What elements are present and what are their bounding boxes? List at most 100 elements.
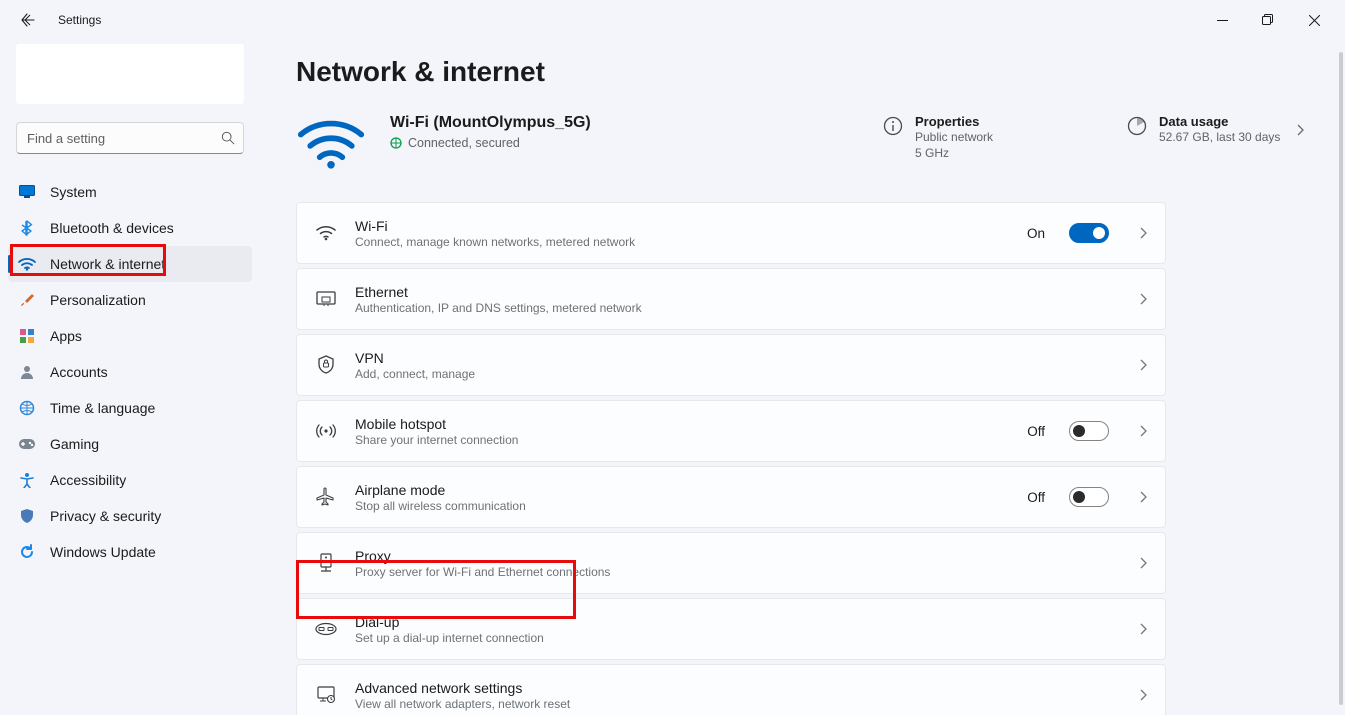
globe-clock-icon <box>18 399 36 417</box>
sidebar-item-accessibility[interactable]: Accessibility <box>8 462 252 498</box>
airplane-toggle[interactable] <box>1069 487 1109 507</box>
card-title: Wi-Fi <box>355 218 1009 234</box>
chevron-right-icon <box>1139 425 1147 437</box>
sidebar-item-gaming[interactable]: Gaming <box>8 426 252 462</box>
paintbrush-icon <box>18 291 36 309</box>
arrow-left-icon <box>20 12 36 28</box>
maximize-button[interactable] <box>1245 4 1291 36</box>
hotspot-toggle[interactable] <box>1069 421 1109 441</box>
card-sub: Add, connect, manage <box>355 367 1121 381</box>
chevron-right-icon <box>1139 557 1147 569</box>
card-state: Off <box>1027 424 1045 439</box>
wifi-toggle[interactable] <box>1069 223 1109 243</box>
connection-name: Wi-Fi (MountOlympus_5G) <box>390 114 797 132</box>
sidebar-item-label: Time & language <box>50 400 155 416</box>
profile-card[interactable] <box>16 44 244 104</box>
title-bar: Settings <box>0 0 1345 40</box>
sidebar-item-privacy[interactable]: Privacy & security <box>8 498 252 534</box>
card-sub: Set up a dial-up internet connection <box>355 631 1121 645</box>
card-title: Proxy <box>355 548 1121 564</box>
chevron-right-icon <box>1295 123 1305 137</box>
card-sub: Stop all wireless communication <box>355 499 1009 513</box>
sidebar: System Bluetooth & devices Network & int… <box>0 40 260 715</box>
proxy-icon <box>315 552 337 574</box>
card-dialup[interactable]: Dial-upSet up a dial-up internet connect… <box>296 598 1166 660</box>
minimize-icon <box>1217 15 1228 26</box>
card-sub: View all network adapters, network reset <box>355 697 1121 711</box>
connection-status: Connected, secured <box>408 136 520 150</box>
shield-icon <box>18 507 36 525</box>
properties-line1: Public network <box>915 129 993 145</box>
sidebar-item-network[interactable]: Network & internet <box>8 246 252 282</box>
vpn-shield-icon <box>315 354 337 376</box>
card-airplane-mode[interactable]: Airplane modeStop all wireless communica… <box>296 466 1166 528</box>
sidebar-item-personalization[interactable]: Personalization <box>8 282 252 318</box>
sidebar-item-label: Accessibility <box>50 472 126 488</box>
sidebar-item-label: Personalization <box>50 292 146 308</box>
sidebar-item-label: Apps <box>50 328 82 344</box>
search-input[interactable] <box>16 122 244 154</box>
card-title: VPN <box>355 350 1121 366</box>
window-controls <box>1199 4 1337 36</box>
card-ethernet[interactable]: EthernetAuthentication, IP and DNS setti… <box>296 268 1166 330</box>
sidebar-item-label: Network & internet <box>50 256 165 272</box>
maximize-icon <box>1262 14 1274 26</box>
nav-list: System Bluetooth & devices Network & int… <box>8 174 252 570</box>
properties-title: Properties <box>915 114 993 129</box>
sidebar-item-accounts[interactable]: Accounts <box>8 354 252 390</box>
sidebar-item-time-language[interactable]: Time & language <box>8 390 252 426</box>
data-usage-title: Data usage <box>1159 114 1280 129</box>
sidebar-item-bluetooth[interactable]: Bluetooth & devices <box>8 210 252 246</box>
settings-list: Wi-FiConnect, manage known networks, met… <box>296 202 1166 715</box>
chevron-right-icon <box>1139 359 1147 371</box>
card-vpn[interactable]: VPNAdd, connect, manage <box>296 334 1166 396</box>
apps-icon <box>18 327 36 345</box>
close-button[interactable] <box>1291 4 1337 36</box>
card-title: Advanced network settings <box>355 680 1121 696</box>
advanced-network-icon <box>315 684 337 706</box>
sidebar-item-apps[interactable]: Apps <box>8 318 252 354</box>
sidebar-item-windows-update[interactable]: Windows Update <box>8 534 252 570</box>
system-icon <box>18 183 36 201</box>
chevron-right-icon <box>1139 491 1147 503</box>
sidebar-item-system[interactable]: System <box>8 174 252 210</box>
info-icon <box>881 114 905 138</box>
data-usage-icon <box>1125 114 1149 138</box>
card-state: Off <box>1027 490 1045 505</box>
dialup-icon <box>315 618 337 640</box>
globe-secured-icon <box>390 137 402 149</box>
person-icon <box>18 363 36 381</box>
search-wrap <box>16 122 244 154</box>
card-sub: Authentication, IP and DNS settings, met… <box>355 301 1121 315</box>
sidebar-item-label: System <box>50 184 97 200</box>
card-mobile-hotspot[interactable]: Mobile hotspotShare your internet connec… <box>296 400 1166 462</box>
hotspot-icon <box>315 420 337 442</box>
minimize-button[interactable] <box>1199 4 1245 36</box>
data-usage-line1: 52.67 GB, last 30 days <box>1159 129 1280 145</box>
wifi-large-icon <box>296 114 366 174</box>
chevron-right-icon <box>1139 689 1147 701</box>
card-title: Dial-up <box>355 614 1121 630</box>
chevron-right-icon <box>1139 623 1147 635</box>
card-advanced-network[interactable]: Advanced network settingsView all networ… <box>296 664 1166 715</box>
sidebar-item-label: Bluetooth & devices <box>50 220 174 236</box>
card-state: On <box>1027 226 1045 241</box>
card-title: Mobile hotspot <box>355 416 1009 432</box>
card-sub: Share your internet connection <box>355 433 1009 447</box>
data-usage-link[interactable]: Data usage 52.67 GB, last 30 days <box>1125 114 1305 145</box>
card-sub: Proxy server for Wi-Fi and Ethernet conn… <box>355 565 1121 579</box>
connection-hero: Wi-Fi (MountOlympus_5G) Connected, secur… <box>296 114 1305 174</box>
scrollbar[interactable] <box>1339 52 1343 705</box>
card-wifi[interactable]: Wi-FiConnect, manage known networks, met… <box>296 202 1166 264</box>
gaming-icon <box>18 435 36 453</box>
ethernet-icon <box>315 288 337 310</box>
properties-link[interactable]: Properties Public network 5 GHz <box>881 114 1061 161</box>
card-title: Ethernet <box>355 284 1121 300</box>
card-proxy[interactable]: ProxyProxy server for Wi-Fi and Ethernet… <box>296 532 1166 594</box>
main-content: Network & internet Wi-Fi (MountOlympus_5… <box>260 40 1345 715</box>
back-button[interactable] <box>16 8 40 32</box>
wifi-icon <box>315 222 337 244</box>
sidebar-item-label: Accounts <box>50 364 108 380</box>
accessibility-icon <box>18 471 36 489</box>
card-title: Airplane mode <box>355 482 1009 498</box>
